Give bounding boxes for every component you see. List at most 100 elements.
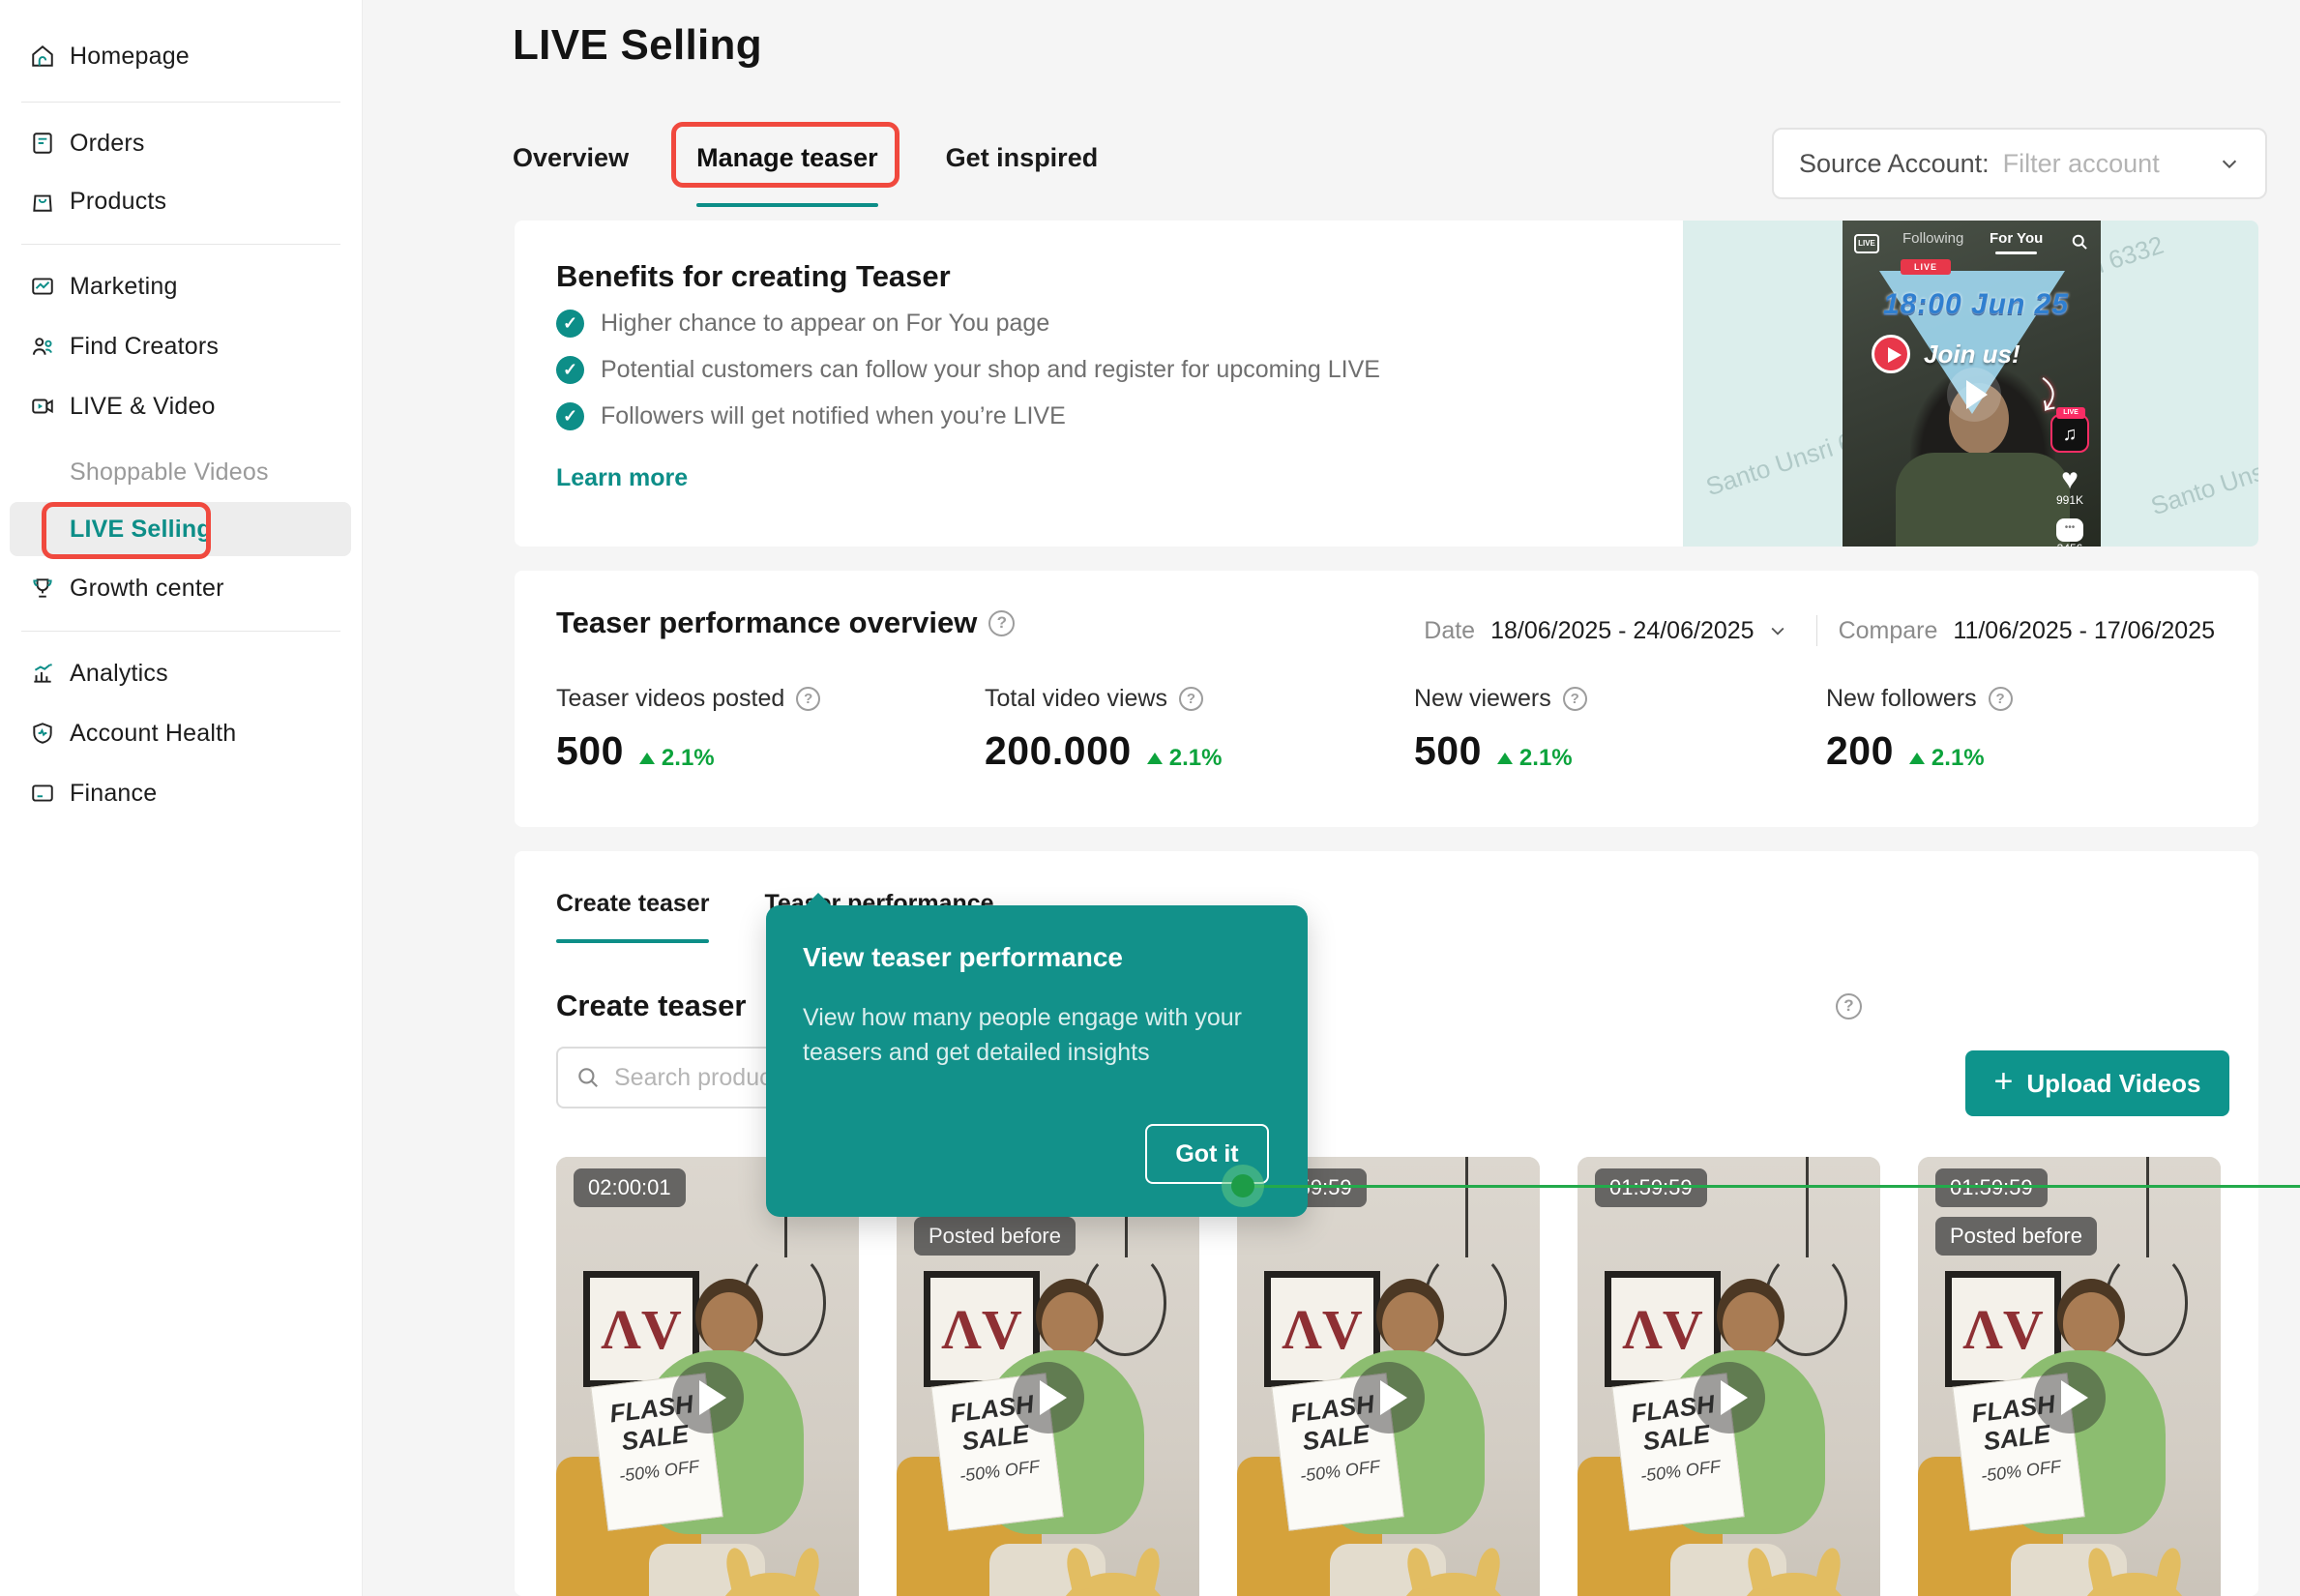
account-health-icon	[29, 720, 56, 747]
up-arrow-icon	[1147, 753, 1163, 764]
benefit-text: Potential customers can follow your shop…	[601, 356, 1380, 384]
help-icon[interactable]: ?	[1179, 687, 1203, 711]
finance-icon	[29, 780, 56, 807]
stat-total-video-views: Total video views? 200.000 2.1%	[985, 685, 1222, 774]
performance-card: Teaser performance overview ? Date 18/06…	[515, 571, 2258, 827]
tab-manage-teaser[interactable]: Manage teaser	[696, 133, 878, 193]
sidebar-item-live-video[interactable]: LIVE & Video	[0, 379, 363, 433]
teaser-video-card[interactable]: ΛVFLASHSALE-50% OFF01:59:59	[1237, 1157, 1540, 1596]
source-account-select[interactable]: Source Account: Filter account	[1772, 128, 2267, 199]
sidebar-item-growth-center[interactable]: Growth center	[0, 561, 363, 615]
search-icon	[2070, 232, 2089, 251]
cage-lamp	[1083, 1250, 1166, 1356]
sidebar-item-find-creators[interactable]: Find Creators	[0, 319, 363, 373]
help-icon[interactable]: ?	[988, 610, 1015, 636]
comments-count: 3456	[2049, 542, 2091, 547]
sidebar-item-label: Growth center	[70, 575, 224, 603]
tab-create-teaser[interactable]: Create teaser	[556, 890, 709, 918]
tooltip-title: View teaser performance	[803, 942, 1123, 973]
posted-before-badge: Posted before	[914, 1217, 1076, 1256]
guide-pulse-dot	[1231, 1174, 1254, 1197]
live-tag: LIVE	[2056, 407, 2085, 419]
check-icon: ✓	[556, 356, 584, 384]
heart-icon: ♥	[2049, 466, 2091, 493]
teaser-preview-panel: Santo Unsri 6332 Santo Unsri 6332 Santo …	[1683, 221, 2258, 547]
stat-value: 200	[1826, 728, 1894, 774]
tab-overview[interactable]: Overview	[513, 133, 629, 193]
sidebar-item-analytics[interactable]: Analytics	[0, 646, 363, 700]
sidebar-item-label: Analytics	[70, 660, 168, 688]
stat-delta: 2.1%	[639, 745, 715, 772]
person-body	[1896, 453, 2070, 547]
benefits-title: Benefits for creating Teaser	[556, 259, 951, 294]
help-icon[interactable]: ?	[1836, 993, 1862, 1020]
phone-tab-for-you: For You	[1990, 230, 2043, 247]
teaser-video-card[interactable]: ΛVFLASHSALE-50% OFF02:00:01	[556, 1157, 859, 1596]
performance-title: Teaser performance overview	[556, 606, 977, 640]
divider	[1816, 615, 1817, 646]
video-duration-badge: 01:59:59	[1595, 1168, 1707, 1207]
sidebar: Homepage Orders Products Marketing Find …	[0, 0, 363, 1596]
sidebar-item-homepage[interactable]: Homepage	[0, 29, 363, 83]
benefit-item: ✓ Higher chance to appear on For You pag…	[556, 310, 1049, 338]
divider	[21, 102, 340, 103]
play-icon	[1694, 1362, 1765, 1433]
sidebar-item-label: Account Health	[70, 720, 236, 748]
compare-label: Compare	[1839, 617, 1938, 645]
source-account-label: Source Account:	[1799, 149, 1990, 179]
live-badge: LIVE	[1901, 259, 1951, 275]
tab-get-inspired[interactable]: Get inspired	[946, 133, 1099, 193]
sidebar-item-live-selling[interactable]: LIVE Selling	[10, 502, 351, 556]
help-icon[interactable]: ?	[796, 687, 820, 711]
products-icon	[29, 188, 56, 215]
divider	[21, 631, 340, 632]
sidebar-item-orders[interactable]: Orders	[0, 116, 363, 170]
page-title: LIVE Selling	[513, 21, 762, 70]
cage-lamp	[1424, 1250, 1507, 1356]
teaser-video-card[interactable]: ΛVFLASHSALE-50% OFF01:59:59Posted before	[1918, 1157, 2221, 1596]
teaser-video-card[interactable]: ΛVFLASHSALE-50% OFF01:59:59	[1578, 1157, 1880, 1596]
stat-value: 200.000	[985, 728, 1132, 774]
stat-value: 500	[556, 728, 624, 774]
teaser-video-card[interactable]: ΛVFLASHSALE-50% OFFPosted before	[897, 1157, 1199, 1596]
learn-more-link[interactable]: Learn more	[556, 464, 688, 492]
play-icon	[1353, 1362, 1425, 1433]
cage-lamp	[2105, 1250, 2188, 1356]
tooltip-body: View how many people engage with your te…	[803, 1000, 1257, 1070]
benefit-item: ✓ Potential customers can follow your sh…	[556, 356, 1380, 384]
chevron-down-icon[interactable]	[1768, 621, 1787, 640]
sidebar-item-label: LIVE & Video	[70, 393, 216, 421]
check-icon: ✓	[556, 310, 584, 338]
person-face	[701, 1292, 757, 1356]
create-teaser-heading: Create teaser	[556, 989, 746, 1023]
sidebar-item-shoppable-videos[interactable]: Shoppable Videos	[0, 445, 363, 499]
lamp-chain	[2146, 1157, 2149, 1257]
stat-delta: 2.1%	[1497, 745, 1573, 772]
sidebar-item-products[interactable]: Products	[0, 174, 363, 228]
main-tabs: Overview Manage teaser Get inspired	[513, 133, 1165, 193]
view-teaser-performance-tooltip: View teaser performance View how many pe…	[766, 905, 1308, 1217]
sidebar-item-marketing[interactable]: Marketing	[0, 259, 363, 313]
sidebar-item-label: Finance	[70, 780, 157, 808]
benefit-text: Higher chance to appear on For You page	[601, 310, 1049, 338]
search-icon	[575, 1065, 601, 1090]
play-icon	[1872, 335, 1910, 373]
phone-tab-following: Following	[1902, 230, 1963, 247]
sidebar-item-account-health[interactable]: Account Health	[0, 706, 363, 760]
likes-count: 991K	[2049, 493, 2091, 507]
upload-videos-button[interactable]: + Upload Videos	[1965, 1050, 2229, 1116]
divider	[21, 244, 340, 245]
lamp-chain	[1806, 1157, 1809, 1257]
sidebar-item-finance[interactable]: Finance	[0, 766, 363, 820]
source-account-placeholder: Filter account	[2003, 149, 2219, 179]
lamp-chain	[1465, 1157, 1468, 1257]
help-icon[interactable]: ?	[1563, 687, 1587, 711]
growth-center-icon	[29, 575, 56, 602]
stat-label: New followers	[1826, 685, 1977, 713]
stat-new-followers: New followers? 200 2.1%	[1826, 685, 2013, 774]
help-icon[interactable]: ?	[1989, 687, 2013, 711]
stat-delta: 2.1%	[1909, 745, 1985, 772]
person-face	[1382, 1292, 1438, 1356]
date-range-value[interactable]: 18/06/2025 - 24/06/2025	[1490, 617, 1754, 645]
benefit-item: ✓ Followers will get notified when you’r…	[556, 402, 1066, 430]
